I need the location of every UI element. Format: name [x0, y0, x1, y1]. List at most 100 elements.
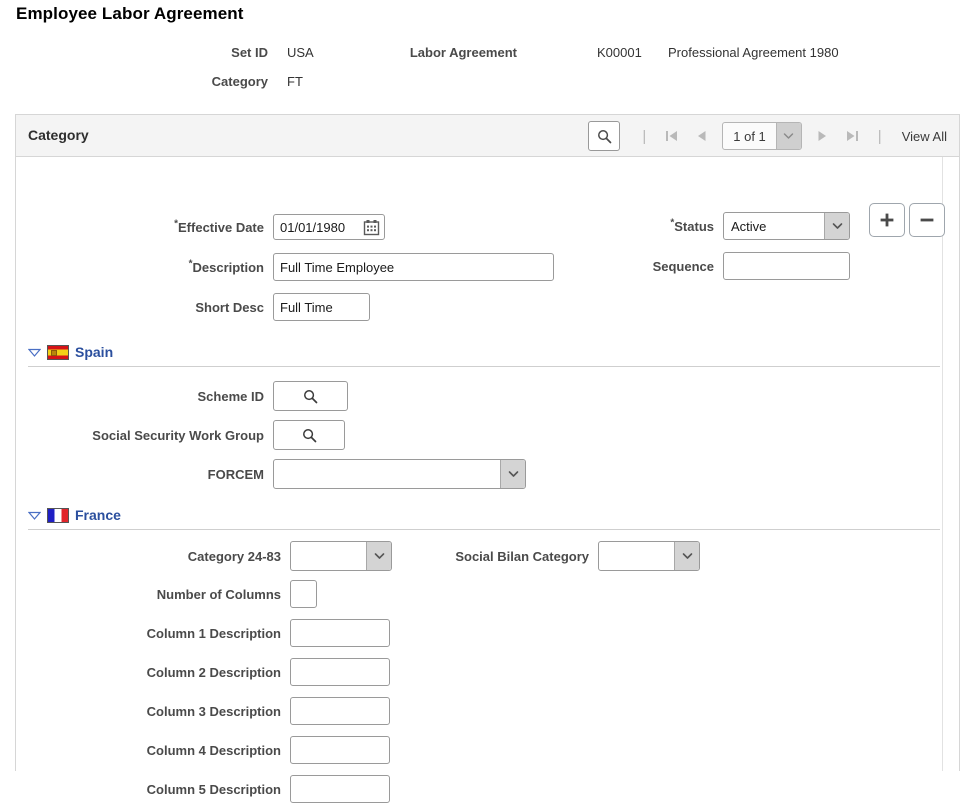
set-id-value: USA [287, 45, 314, 60]
number-of-columns-input[interactable] [290, 580, 317, 608]
forcem-row: FORCEM [16, 459, 526, 489]
spain-section-header[interactable]: Spain [28, 342, 940, 362]
spain-section-divider [28, 366, 940, 367]
column-4-description-label: Column 4 Description [16, 743, 290, 758]
search-button[interactable] [588, 121, 620, 151]
column-description-row: Column 4 Description [16, 736, 390, 764]
column-5-description-label: Column 5 Description [16, 782, 290, 797]
column-description-row: Column 5 Description [16, 775, 390, 803]
column-1-description-label: Column 1 Description [16, 626, 290, 641]
calendar-icon[interactable] [363, 219, 380, 236]
number-of-columns-label: Number of Columns [16, 587, 290, 602]
scheme-id-field-wrapper [273, 381, 348, 411]
chevron-down-icon [674, 542, 699, 570]
column-2-description-label: Column 2 Description [16, 665, 290, 680]
france-section-divider [28, 529, 940, 530]
category-group-box: Category | 1 of 1 [15, 114, 960, 771]
labor-agreement-value: K00001 [597, 45, 642, 60]
collapse-triangle-icon[interactable] [28, 511, 41, 520]
short-desc-row: Short Desc [16, 293, 370, 321]
labor-agreement-description: Professional Agreement 1980 [668, 45, 839, 60]
category-panel-header: Category | 1 of 1 [16, 115, 959, 157]
row-navigation-bar: | 1 of 1 [588, 115, 951, 157]
category-24-83-dropdown[interactable] [290, 541, 392, 571]
column-5-description-input[interactable] [290, 775, 390, 803]
spain-section-label: Spain [75, 344, 113, 360]
row-counter-dropdown[interactable]: 1 of 1 [722, 122, 802, 150]
status-dropdown[interactable]: Active [723, 212, 850, 240]
next-row-button[interactable] [808, 129, 838, 143]
plus-icon [879, 212, 895, 228]
scheme-id-input[interactable] [273, 381, 348, 411]
effective-date-label: *Effective Date [16, 220, 273, 235]
search-icon [597, 129, 612, 144]
previous-row-button[interactable] [686, 129, 716, 143]
chevron-down-icon [500, 460, 525, 488]
sequence-row: Sequence [616, 252, 850, 280]
chevron-down-icon [824, 213, 849, 239]
column-3-description-input[interactable] [290, 697, 390, 725]
social-security-work-group-input[interactable] [273, 420, 345, 450]
france-section-header[interactable]: France [28, 505, 940, 525]
spain-flag-icon [47, 345, 69, 360]
row-counter-text: 1 of 1 [723, 123, 776, 149]
first-page-icon [665, 129, 678, 143]
column-description-row: Column 3 Description [16, 697, 390, 725]
column-description-row: Column 1 Description [16, 619, 390, 647]
add-row-button[interactable] [869, 203, 905, 237]
nav-separator-right: | [868, 128, 892, 145]
social-bilan-category-dropdown[interactable] [598, 541, 700, 571]
collapse-triangle-icon[interactable] [28, 348, 41, 357]
social-security-work-group-label: Social Security Work Group [16, 428, 273, 443]
effective-date-field-wrapper [273, 214, 385, 240]
description-row: *Description [16, 253, 554, 281]
number-of-columns-row: Number of Columns [16, 580, 317, 608]
nav-separator-left: | [632, 128, 656, 145]
short-desc-input[interactable] [273, 293, 370, 321]
delete-row-button[interactable] [909, 203, 945, 237]
social-bilan-category-row: Social Bilan Category [426, 541, 700, 571]
labor-agreement-label: Labor Agreement [380, 45, 517, 60]
column-4-description-input[interactable] [290, 736, 390, 764]
category-24-83-row: Category 24-83 [16, 541, 392, 571]
effective-date-row: *Effective Date [16, 214, 385, 240]
status-row: *Status Active [616, 212, 850, 240]
column-2-description-input[interactable] [290, 658, 390, 686]
previous-page-icon [696, 129, 707, 143]
last-page-icon [846, 129, 859, 143]
description-label: *Description [16, 260, 273, 275]
column-description-row: Column 2 Description [16, 658, 390, 686]
sequence-input[interactable] [723, 252, 850, 280]
category-key-label: Category [140, 74, 268, 89]
forcem-dropdown[interactable] [273, 459, 526, 489]
first-row-button[interactable] [656, 129, 686, 143]
column-3-description-label: Column 3 Description [16, 704, 290, 719]
category-24-83-label: Category 24-83 [16, 549, 290, 564]
spain-section: Spain [28, 342, 940, 367]
status-label: *Status [616, 219, 723, 234]
set-id-label: Set ID [140, 45, 268, 60]
scheme-id-row: Scheme ID [16, 381, 348, 411]
france-section-label: France [75, 507, 121, 523]
social-bilan-category-value [599, 542, 674, 570]
status-value: Active [724, 213, 824, 239]
chevron-down-icon [776, 123, 801, 149]
social-security-work-group-field-wrapper [273, 420, 345, 450]
page-title: Employee Labor Agreement [16, 4, 244, 24]
key-fields-header: Set ID USA Category FT Labor Agreement K… [0, 42, 976, 94]
description-input[interactable] [273, 253, 554, 281]
scheme-id-label: Scheme ID [16, 389, 273, 404]
social-security-work-group-row: Social Security Work Group [16, 420, 345, 450]
panel-inner-divider [942, 157, 943, 771]
france-flag-icon [47, 508, 69, 523]
view-all-link[interactable]: View All [892, 129, 951, 144]
forcem-value [274, 460, 500, 488]
minus-icon [919, 212, 935, 228]
last-row-button[interactable] [838, 129, 868, 143]
category-panel-body: *Effective Date [16, 157, 959, 771]
next-page-icon [817, 129, 828, 143]
column-1-description-input[interactable] [290, 619, 390, 647]
category-key-value: FT [287, 74, 303, 89]
forcem-label: FORCEM [16, 467, 273, 482]
sequence-label: Sequence [616, 259, 723, 274]
